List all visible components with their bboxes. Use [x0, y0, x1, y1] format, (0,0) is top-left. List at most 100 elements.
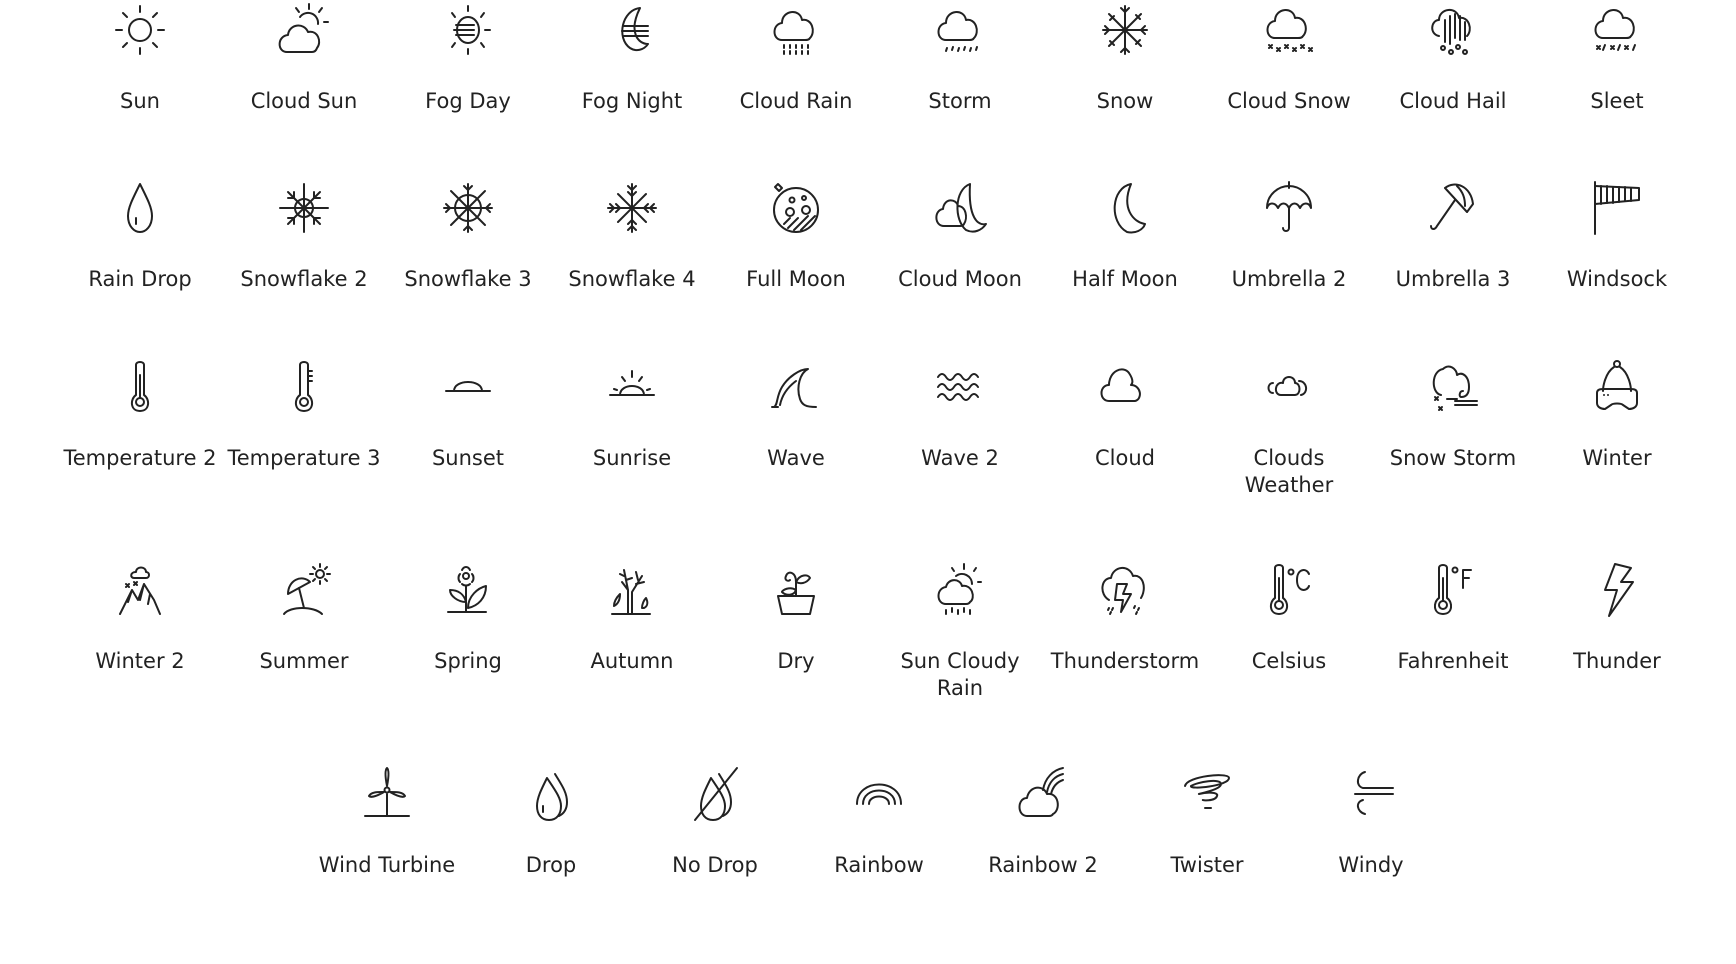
icon-tile[interactable]: Snow: [1043, 0, 1207, 115]
autumn-icon: [602, 560, 662, 620]
icon-tile[interactable]: Sunset: [386, 357, 550, 472]
dry-icon: [766, 560, 826, 620]
icon-tile[interactable]: Fog Day: [386, 0, 550, 115]
icon-tile[interactable]: Rain Drop: [58, 178, 222, 293]
icon-label: Summer: [259, 649, 349, 673]
icon-tile[interactable]: Cloud Moon: [878, 178, 1042, 293]
icon-label: Autumn: [590, 649, 674, 673]
icon-tile[interactable]: Sun Cloudy Rain: [878, 560, 1042, 702]
icon-label: Sunset: [431, 446, 505, 470]
icon-tile[interactable]: Cloud Snow: [1207, 0, 1371, 115]
umbrella-3-icon: [1423, 178, 1483, 238]
clouds-weather-icon: [1259, 357, 1319, 417]
icon-tile[interactable]: Winter 2: [58, 560, 222, 675]
windsock-icon: [1587, 178, 1647, 238]
icon-tile[interactable]: Thunderstorm: [1043, 560, 1207, 675]
icon-tile[interactable]: Autumn: [550, 560, 714, 675]
icon-label: Snow Storm: [1389, 446, 1517, 470]
cloud-rain-icon: [766, 0, 826, 60]
snow-storm-icon: [1423, 357, 1483, 417]
twister-icon: [1177, 764, 1237, 824]
snowflake-2-icon: [274, 178, 334, 238]
summer-icon: [274, 560, 334, 620]
icon-tile[interactable]: Full Moon: [714, 178, 878, 293]
sunrise-icon: [602, 357, 662, 417]
icon-tile[interactable]: Rainbow: [797, 764, 961, 879]
icon-tile[interactable]: Drop: [469, 764, 633, 879]
icon-tile[interactable]: Storm: [878, 0, 1042, 115]
icon-tile[interactable]: Sunrise: [550, 357, 714, 472]
winter-icon: [1587, 357, 1647, 417]
icon-tile[interactable]: Cloud Sun: [222, 0, 386, 115]
cloud-sun-icon: [274, 0, 334, 60]
icon-label: Storm: [928, 89, 992, 113]
icon-tile[interactable]: Snowflake 3: [386, 178, 550, 293]
icon-tile[interactable]: Clouds Weather: [1207, 357, 1371, 499]
icon-tile[interactable]: Fog Night: [550, 0, 714, 115]
icon-tile[interactable]: Dry: [714, 560, 878, 675]
icon-tile[interactable]: Umbrella 3: [1371, 178, 1535, 293]
icon-label: Spring: [434, 649, 502, 673]
icon-label: Snowflake 3: [404, 267, 532, 291]
icon-tile[interactable]: Wave: [714, 357, 878, 472]
snow-icon: [1095, 0, 1155, 60]
icon-label: Full Moon: [746, 267, 846, 291]
rainbow-icon: [849, 764, 909, 824]
sun-icon: [110, 0, 170, 60]
snowflake-4-icon: [602, 178, 662, 238]
icon-tile[interactable]: Windy: [1289, 764, 1453, 879]
icon-tile[interactable]: Winter: [1535, 357, 1699, 472]
icon-label: Sunrise: [592, 446, 672, 470]
icon-label: Windsock: [1566, 267, 1668, 291]
no-drop-icon: [685, 764, 745, 824]
icon-label: Rainbow 2: [988, 853, 1098, 877]
icon-tile[interactable]: Temperature 3: [222, 357, 386, 472]
icon-tile[interactable]: Spring: [386, 560, 550, 675]
icon-tile[interactable]: Thunder: [1535, 560, 1699, 675]
icon-tile[interactable]: Snowflake 2: [222, 178, 386, 293]
icon-label: Thunderstorm: [1050, 649, 1200, 673]
icon-tile[interactable]: Snow Storm: [1371, 357, 1535, 472]
icon-label: Umbrella 2: [1231, 267, 1347, 291]
icon-tile[interactable]: Cloud: [1043, 357, 1207, 472]
icon-label: Thunder: [1573, 649, 1661, 673]
windy-icon: [1341, 764, 1401, 824]
icon-label: Temperature 3: [227, 446, 381, 470]
full-moon-icon: [766, 178, 826, 238]
icon-tile[interactable]: Temperature 2: [58, 357, 222, 472]
thunderstorm-icon: [1095, 560, 1155, 620]
icon-tile[interactable]: Fahrenheit: [1371, 560, 1535, 675]
icon-tile[interactable]: Sun: [58, 0, 222, 115]
wind-turbine-icon: [357, 764, 417, 824]
icon-tile[interactable]: Wind Turbine: [305, 764, 469, 879]
temperature-3-icon: [274, 357, 334, 417]
icon-tile[interactable]: Wave 2: [878, 357, 1042, 472]
icon-tile[interactable]: Umbrella 2: [1207, 178, 1371, 293]
icon-tile[interactable]: Rainbow 2: [961, 764, 1125, 879]
sunset-icon: [438, 357, 498, 417]
icon-label: Winter: [1582, 446, 1652, 470]
icon-tile[interactable]: Half Moon: [1043, 178, 1207, 293]
icon-label: Sun: [120, 89, 160, 113]
icon-tile[interactable]: Celsius: [1207, 560, 1371, 675]
icon-tile[interactable]: No Drop: [633, 764, 797, 879]
winter-2-icon: [110, 560, 170, 620]
icon-tile[interactable]: Cloud Hail: [1371, 0, 1535, 115]
icon-label: Wave 2: [921, 446, 999, 470]
icon-label: Twister: [1170, 853, 1244, 877]
icon-label: Temperature 2: [63, 446, 217, 470]
icon-tile[interactable]: Twister: [1125, 764, 1289, 879]
icon-tile[interactable]: Sleet: [1535, 0, 1699, 115]
icon-label: Snow: [1096, 89, 1154, 113]
wave-icon: [766, 357, 826, 417]
icon-tile[interactable]: Cloud Rain: [714, 0, 878, 115]
icon-tile[interactable]: Snowflake 4: [550, 178, 714, 293]
icon-label: Fahrenheit: [1397, 649, 1509, 673]
icon-label: Cloud Moon: [898, 267, 1022, 291]
icon-label: Drop: [525, 853, 577, 877]
icon-label: Sun Cloudy Rain: [900, 649, 1020, 700]
snowflake-3-icon: [438, 178, 498, 238]
icon-tile[interactable]: Summer: [222, 560, 386, 675]
icon-label: Winter 2: [95, 649, 185, 673]
icon-tile[interactable]: Windsock: [1535, 178, 1699, 293]
